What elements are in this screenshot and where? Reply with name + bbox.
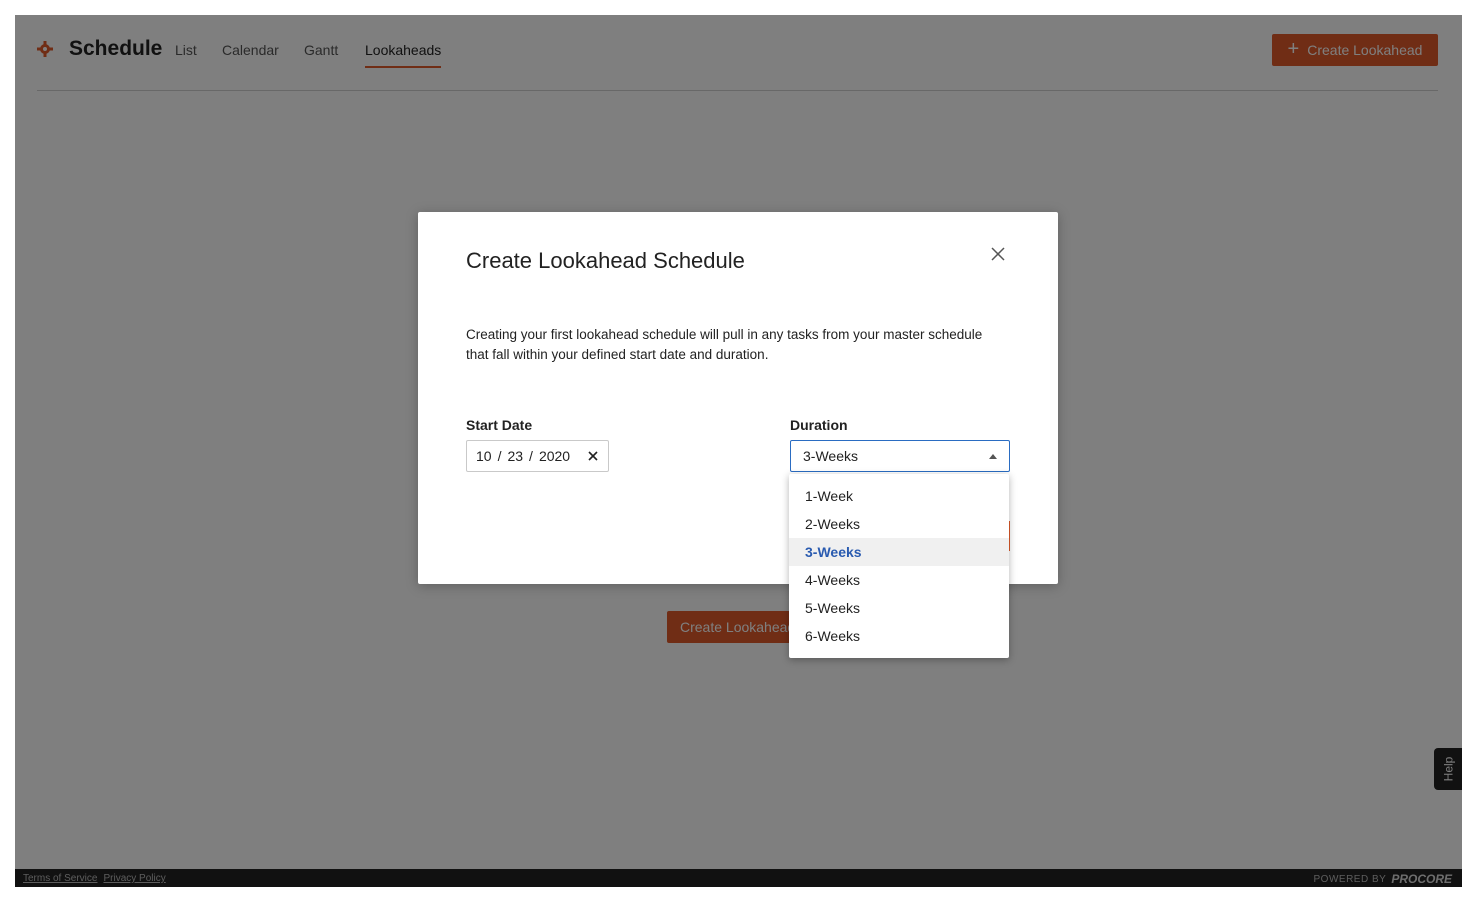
caret-up-icon <box>989 454 997 459</box>
modal-title: Create Lookahead Schedule <box>466 248 745 273</box>
duration-select[interactable]: 3-Weeks <box>790 440 1010 472</box>
duration-selected-value: 3-Weeks <box>803 448 858 464</box>
start-date-label: Start Date <box>466 417 533 433</box>
duration-dropdown-menu: 1-Week 2-Weeks 3-Weeks 4-Weeks 5-Weeks 6… <box>789 474 1009 658</box>
close-icon[interactable] <box>990 246 1006 262</box>
clear-date-icon[interactable] <box>587 450 599 462</box>
date-separator: / <box>529 448 533 464</box>
modal-description: Creating your first lookahead schedule w… <box>466 327 983 362</box>
duration-option-5-weeks[interactable]: 5-Weeks <box>789 594 1009 622</box>
date-separator: / <box>497 448 502 464</box>
duration-option-4-weeks[interactable]: 4-Weeks <box>789 566 1009 594</box>
date-year[interactable]: 2020 <box>539 448 570 464</box>
duration-option-6-weeks[interactable]: 6-Weeks <box>789 622 1009 650</box>
duration-option-2-weeks[interactable]: 2-Weeks <box>789 510 1009 538</box>
start-date-input[interactable]: 10 / 23 / 2020 <box>466 440 609 472</box>
date-month[interactable]: 10 <box>476 448 492 464</box>
app-frame: Schedule List Calendar Gantt Lookaheads … <box>15 15 1462 887</box>
duration-option-3-weeks[interactable]: 3-Weeks <box>789 538 1009 566</box>
duration-option-1-week[interactable]: 1-Week <box>789 482 1009 510</box>
duration-label: Duration <box>790 417 848 433</box>
date-day[interactable]: 23 <box>507 448 523 464</box>
